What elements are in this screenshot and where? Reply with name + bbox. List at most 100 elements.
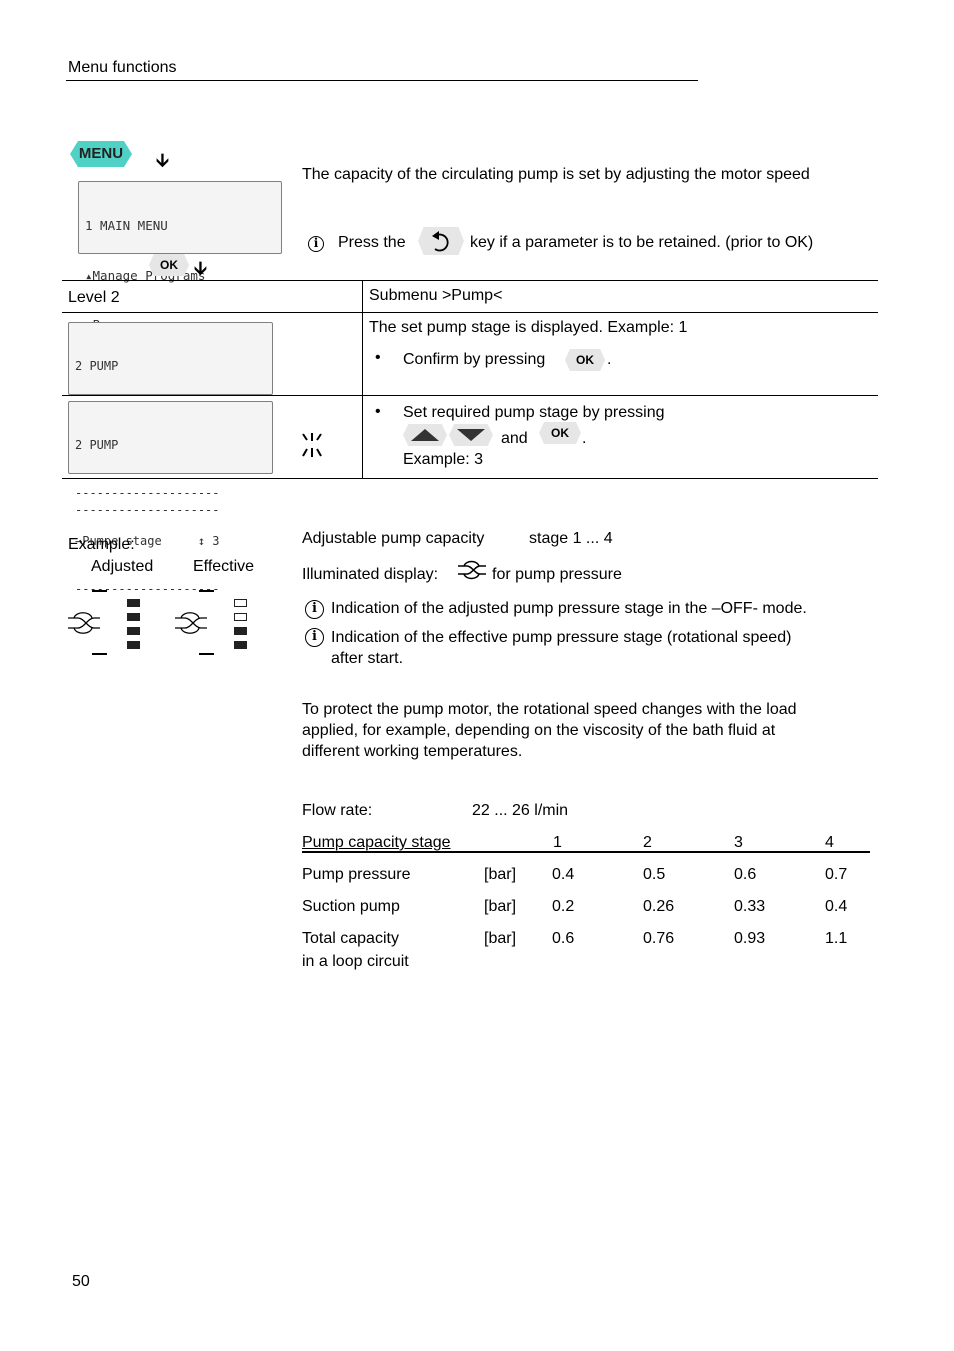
info-icon: i — [308, 234, 324, 252]
stage-bar-2 — [234, 627, 247, 635]
submenu-label: Submenu >Pump< — [369, 287, 503, 304]
intro-description: The capacity of the circulating pump is … — [302, 166, 810, 183]
pump-table-header-label: Pump capacity stage — [302, 834, 451, 851]
protection-line-2: applied, for example, depending on the v… — [302, 722, 776, 739]
info-effective-text: Indication of the effective pump pressur… — [331, 629, 792, 646]
capacity-value: stage 1 ... 4 — [529, 530, 613, 547]
steps-row-2: 2 PUMP -------------------- →Pumpe stage… — [62, 395, 878, 596]
row1-bullet-text: Confirm by pressing — [403, 351, 546, 368]
flow-rate-label: Flow rate: — [302, 802, 373, 819]
stage-bar-3 — [234, 613, 247, 621]
lcd-line: -------------------- — [75, 486, 220, 500]
example-label: Example: — [68, 536, 135, 553]
lcd-main-menu: 1 MAIN MENU ▴Manage Programs →Pump ▾Conf… — [78, 181, 282, 382]
ok-key-button[interactable]: OK — [149, 254, 189, 276]
illuminated-suffix: for pump pressure — [492, 566, 622, 583]
row-label-cont: in a loop circuit — [302, 953, 409, 970]
protection-line-3: different working temperatures. — [302, 743, 523, 760]
and-text: and — [501, 430, 528, 447]
row-value: 0.2 — [552, 898, 575, 915]
row-value: 0.93 — [734, 930, 766, 947]
pump-pressure-icon — [458, 560, 486, 580]
row-value: 0.5 — [643, 866, 666, 883]
level-label: Level 2 — [68, 289, 120, 306]
stage-bar-3 — [127, 613, 140, 621]
capacity-label: Adjustable pump capacity — [302, 530, 485, 547]
pump-table-header-stage: 2 — [643, 834, 652, 851]
steps-row-1: 2 PUMP -------------------- →Pumpe stage… — [62, 312, 878, 517]
lcd-line: -------------------- — [75, 582, 220, 596]
note-suffix: key if a parameter is to be retained. (p… — [470, 234, 814, 251]
menu-key-button[interactable]: MENU — [70, 141, 132, 167]
pump-table-rule — [302, 851, 870, 853]
protection-line-1: To protect the pump motor, the rotationa… — [302, 701, 797, 718]
row-value: 1.1 — [825, 930, 848, 947]
stage-bar-1 — [234, 641, 247, 649]
adjusted-label: Adjusted — [91, 558, 154, 575]
row-value: 0.4 — [552, 866, 575, 883]
info-icon: i — [305, 599, 324, 619]
illuminated-prefix: Illuminated display: — [302, 566, 439, 583]
row-value: 0.33 — [734, 898, 766, 915]
row-label: Suction pump — [302, 898, 400, 915]
row1-description: The set pump stage is displayed. Example… — [369, 319, 688, 336]
period: . — [582, 430, 587, 447]
period: . — [607, 351, 612, 368]
row2-example: Example: 3 — [403, 451, 484, 468]
info-icon: i — [305, 627, 324, 647]
row-unit: [bar] — [484, 930, 517, 947]
steps-header-right: Submenu >Pump< — [362, 280, 878, 313]
stage-bar-4 — [127, 599, 140, 607]
arrow-down-icon: 🡫 — [156, 150, 169, 170]
note-prefix: Press the — [338, 234, 406, 251]
stage-indicator-effective — [234, 599, 248, 651]
row-value: 0.26 — [643, 898, 675, 915]
escape-key-button[interactable] — [418, 227, 464, 255]
dash-mark — [92, 590, 107, 592]
row-unit: [bar] — [484, 866, 517, 883]
row-label: Total capacity — [302, 930, 399, 947]
row-value: 0.6 — [552, 930, 575, 947]
blinking-icon — [302, 433, 322, 457]
page-header-title: Menu functions — [68, 59, 177, 76]
stage-bar-1 — [127, 641, 140, 649]
row-label: Pump pressure — [302, 866, 411, 883]
header-rule — [66, 80, 698, 81]
dash-mark — [199, 590, 214, 592]
row-value: 0.76 — [643, 930, 675, 947]
dash-mark — [199, 653, 214, 655]
arrow-up-icon — [411, 429, 439, 441]
bullet: • — [375, 403, 381, 420]
row2-bullet-text: Set required pump stage by pressing — [403, 404, 665, 421]
row-value: 0.7 — [825, 866, 848, 883]
menu-key-label: MENU — [78, 145, 124, 162]
pump-table-header-stage: 4 — [825, 834, 834, 851]
ok-key-button[interactable]: OK — [539, 422, 581, 444]
down-key-button[interactable] — [449, 424, 493, 446]
lcd-pump-stage-1: 2 PUMP -------------------- →Pumpe stage… — [68, 322, 273, 517]
page-number: 50 — [72, 1273, 90, 1290]
steps-table: Level 2 Submenu >Pump< 2 PUMP ----------… — [62, 280, 878, 596]
arrow-down-icon — [457, 429, 485, 441]
steps-header-row: Level 2 Submenu >Pump< — [62, 280, 878, 313]
info-effective-text-cont: after start. — [331, 650, 404, 667]
pump-icon-effective — [175, 612, 207, 634]
up-key-button[interactable] — [403, 424, 447, 446]
lcd-line: 1 MAIN MENU — [85, 218, 168, 233]
dash-mark — [92, 653, 107, 655]
stage-bar-4 — [234, 599, 247, 607]
stage-bar-2 — [127, 627, 140, 635]
row-value: 0.4 — [825, 898, 848, 915]
info-adjusted-text: Indication of the adjusted pump pressure… — [331, 600, 807, 617]
lcd-line: 2 PUMP — [75, 359, 119, 373]
pump-table-header-stage: 1 — [553, 834, 562, 851]
effective-label: Effective — [193, 558, 255, 575]
row-value: 0.6 — [734, 866, 757, 883]
row-unit: [bar] — [484, 898, 517, 915]
ok-key-button[interactable]: OK — [565, 349, 605, 371]
lcd-pump-stage-3: 2 PUMP -------------------- →Pumpe stage… — [68, 401, 273, 596]
lcd-line: 2 PUMP — [75, 438, 119, 452]
return-arrow-icon — [432, 231, 449, 252]
bullet: • — [375, 349, 381, 366]
flow-rate-value: 22 ... 26 l/min — [472, 802, 569, 819]
